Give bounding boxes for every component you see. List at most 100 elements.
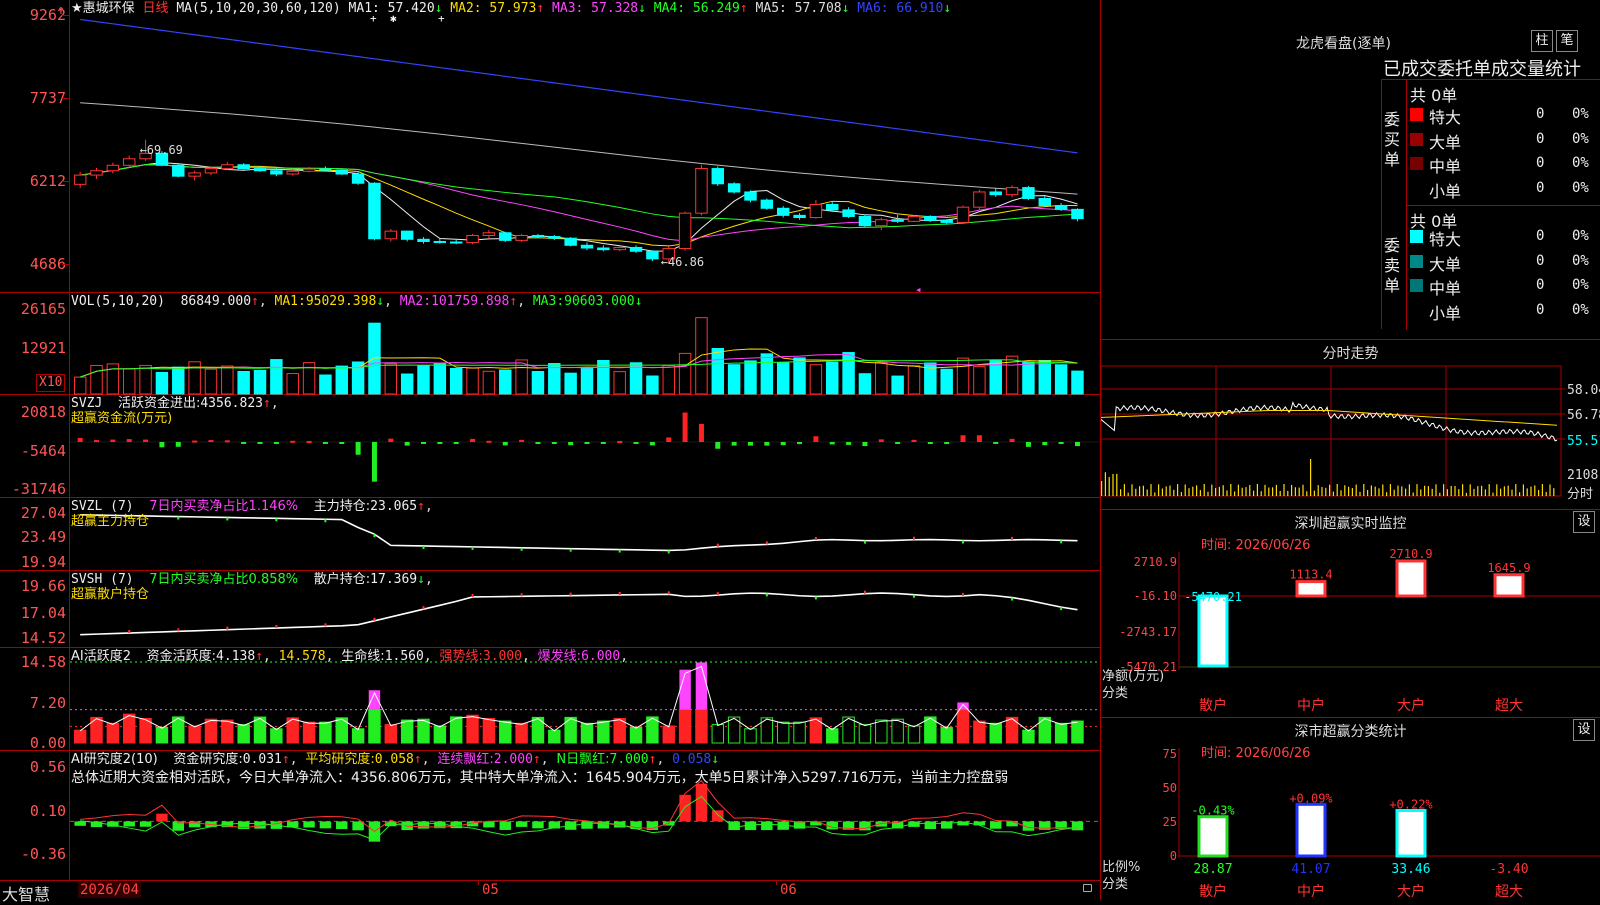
rs-y-tick: 0.56 [29, 758, 66, 776]
svsh-line-tick [373, 617, 376, 621]
ai-strong: 3.000 [482, 649, 523, 664]
volume-bar [482, 370, 496, 395]
candle-body [335, 169, 348, 175]
order-stat-row: 特大 0 0% [1408, 104, 1598, 127]
sz-bar-value: 1645.9 [1487, 561, 1530, 575]
intraday-vol-bar [1135, 488, 1137, 496]
sz-bar [1395, 559, 1427, 598]
order-pct: 0% [1572, 106, 1589, 122]
svzl-pane[interactable]: 27.04 23.49 19.94 SVZL (7) 7日内买卖净占比1.146… [0, 498, 1100, 571]
intraday-vol-bar [1199, 490, 1201, 496]
price-plot[interactable]: ←69.69 ←46.86 ◂ + ✱ + [70, 0, 1100, 293]
activity-bar [237, 724, 250, 744]
svsh-line-tick [667, 591, 670, 595]
svzl-line-tick [177, 516, 180, 520]
intraday-panel[interactable]: 分时走势 58.04 56.78 55.51 2108 分时 [1100, 340, 1600, 510]
intraday-vol-bar [1173, 489, 1175, 496]
flow-bar [502, 442, 508, 446]
volume-bar [940, 368, 953, 395]
flow-bar [519, 439, 525, 442]
lock-icon[interactable] [1083, 884, 1092, 892]
svsh-pane[interactable]: 19.66 17.04 14.52 SVSH (7) 7日内买卖净占比0.858… [0, 571, 1100, 648]
svzj-y-axis: 20818 -5464 -31746 [0, 395, 70, 497]
intraday-vol-bar [1450, 485, 1452, 496]
candle-body [940, 219, 953, 223]
svzl-line-tick [226, 517, 229, 521]
ai-activity-pane[interactable]: 14.58 7.20 0.00 AI活跃度2 资金活跃度:4.138↑, 14.… [0, 648, 1100, 751]
tick-view-button[interactable]: 笔 [1556, 30, 1578, 52]
research-bar [515, 821, 528, 827]
volume-pane[interactable]: 26165 12921 X10 VOL(5,10,20) 86849.000↑,… [0, 293, 1100, 395]
svsh-line-tick [275, 625, 278, 629]
flow-bar [731, 442, 737, 446]
volume-bar [204, 368, 218, 395]
activity-bar [221, 719, 234, 744]
svzl-line-tick [324, 519, 327, 523]
svsh-line-tick [1060, 607, 1063, 611]
flow-bar [126, 439, 132, 442]
rs-y-axis: 0.56 0.10 -0.36 [0, 751, 70, 880]
flow-bar [437, 442, 443, 444]
intraday-vol-bar [1477, 486, 1479, 496]
flow-bar [143, 439, 149, 442]
intraday-vol-bar [1253, 490, 1255, 496]
research-bar [728, 821, 740, 831]
flow-bar [77, 437, 83, 442]
stock-name[interactable]: 惠城环保 [83, 1, 135, 16]
flow-bar [1009, 438, 1015, 442]
intraday-tick: 56.78 [1567, 408, 1600, 423]
cls-category: 大户 [1397, 883, 1425, 900]
ma-line-5 [80, 102, 1078, 195]
vol-unit-box: X10 [36, 374, 66, 392]
cls-bar-pct: -3.40 [1489, 862, 1528, 877]
flow-bar [159, 442, 165, 448]
activity-bar [384, 724, 398, 744]
svzl-header: SVZL (7) 7日内买卖净占比1.146% 主力持仓:23.065↑, [71, 499, 433, 514]
order-count: 0 [1536, 130, 1545, 147]
intraday-vol-bar [1245, 487, 1247, 496]
intraday-vol-bar [1500, 488, 1502, 496]
ai-research-pane[interactable]: 0.56 0.10 -0.36 AI研究度2(10) 资金研究度:0.031↑,… [0, 751, 1100, 880]
volume-bar [662, 364, 675, 395]
period-label[interactable]: 日线 [143, 1, 169, 16]
flow-bar [224, 440, 230, 443]
intraday-vol-bar [1393, 489, 1395, 496]
order-type-label: 中单 [1429, 157, 1462, 176]
candle-body [580, 244, 594, 249]
svsh-y-axis: 19.66 17.04 14.52 [0, 571, 70, 647]
flow-bar [780, 442, 786, 446]
order-stat-row: 小单 0 0% [1408, 300, 1598, 323]
candle-body [1022, 187, 1035, 199]
svzj-header: SVZJ 活跃资金进出:4356.823↑, [71, 396, 279, 411]
intraday-vol-bar [1481, 485, 1483, 496]
intraday-vol-bar [1264, 484, 1266, 496]
scroll-up-arrow-icon[interactable]: ↑ [57, 3, 65, 18]
sz-bar [1493, 573, 1525, 598]
flow-bar [339, 442, 345, 444]
svzj-label: 活跃资金进出: [117, 396, 201, 411]
sz-monitor-panel[interactable]: 深圳超赢实时监控 设 时间: 2026/06/26 2710.9 -16.10 -2… [1100, 510, 1600, 718]
svzj-pane[interactable]: 20818 -5464 -31746 SVZJ 活跃资金进出:4356.823↑… [0, 395, 1100, 498]
star-icon[interactable]: ★ [71, 1, 83, 16]
order-count: 0 [1536, 252, 1545, 269]
class-stat-panel[interactable]: 深市超赢分类统计 设 时间: 2026/06/26 75 50 25 0 -0.43% 2… [1100, 718, 1600, 900]
price-pane[interactable]: 9262 7737 6212 4686 ↑ ←69.69 ←46.86 ◂ + ✱ + ★… [0, 0, 1100, 293]
buy-total: 共 0单 [1410, 86, 1458, 105]
intraday-vol-bar [1462, 484, 1464, 496]
sz-bar-value: 2710.9 [1389, 547, 1432, 561]
volume-bar [744, 360, 757, 395]
intraday-vol-bar [1154, 492, 1156, 496]
bar-view-button[interactable]: 柱 [1531, 30, 1553, 52]
intraday-vol-bar [1165, 486, 1167, 496]
activity-bar [711, 724, 725, 744]
cls-y-tick: 0 [1170, 849, 1177, 863]
sz-left-label2: 分类 [1102, 686, 1129, 701]
flow-bar [846, 442, 852, 445]
cls-category: 散户 [1199, 883, 1227, 900]
intraday-vol-bar [1313, 490, 1315, 496]
intraday-vol-bar [1294, 487, 1296, 496]
volume-bar [335, 365, 348, 395]
activity-bar [678, 709, 692, 744]
activity-bar [744, 728, 757, 744]
ai-y-tick: 0.00 [29, 734, 66, 752]
